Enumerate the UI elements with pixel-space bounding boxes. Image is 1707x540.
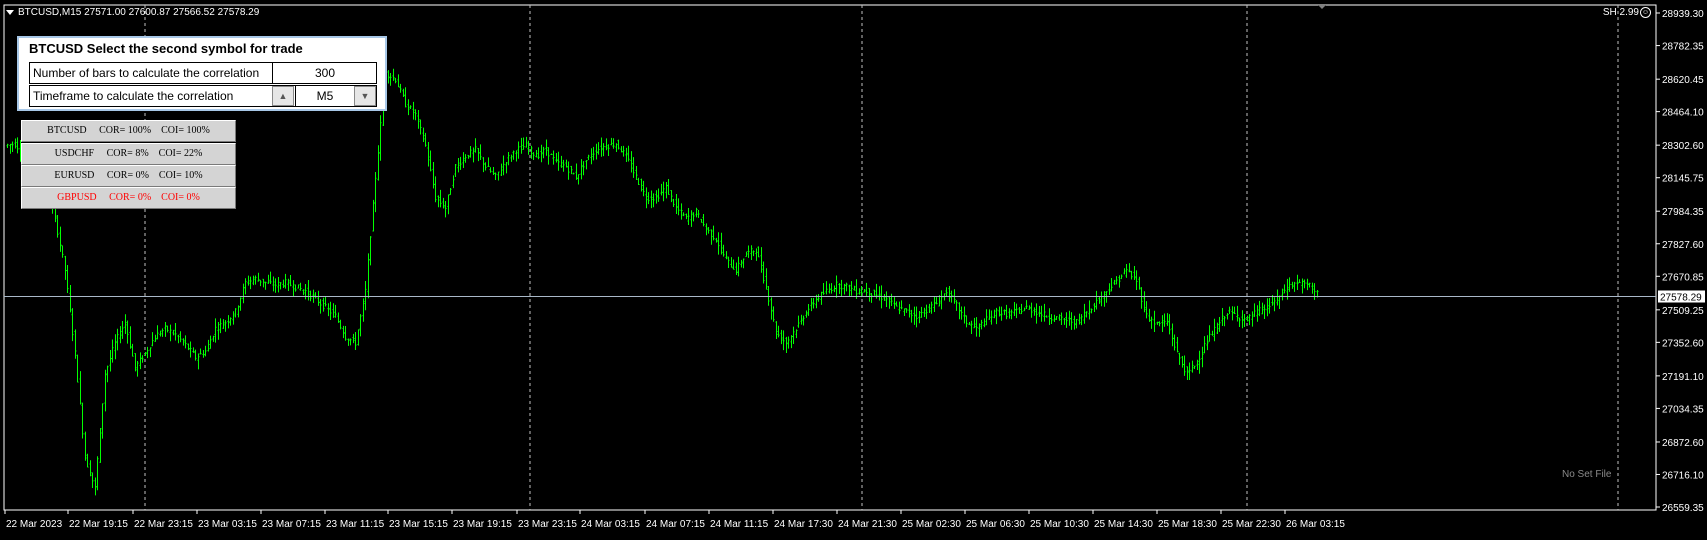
price-axis-label: 26559.35 — [1662, 503, 1704, 514]
bars-input[interactable]: 300 — [272, 63, 377, 83]
symbol-info-header[interactable]: BTCUSD,M15 27571.00 27600.87 27566.52 27… — [6, 7, 259, 18]
time-axis-label: 23 Mar 23:15 — [518, 519, 577, 530]
time-axis-label: 22 Mar 19:15 — [69, 519, 128, 530]
sh-text: SH 2.99 — [1602, 7, 1639, 19]
time-axis-label: 25 Mar 10:30 — [1030, 519, 1089, 530]
price-axis-label: 27034.35 — [1662, 404, 1704, 415]
price-axis-label: 26716.10 — [1662, 470, 1704, 481]
time-axis-label: 24 Mar 03:15 — [581, 519, 640, 530]
time-axis-label: 25 Mar 06:30 — [966, 519, 1025, 530]
time-axis-label: 26 Mar 03:15 — [1286, 519, 1345, 530]
symbol-button-0[interactable]: BTCUSD COR= 100% COI= 100% — [21, 120, 236, 142]
price-axis-label: 28620.45 — [1662, 75, 1704, 86]
time-axis-label: 25 Mar 14:30 — [1094, 519, 1153, 530]
price-axis-label: 28782.35 — [1662, 42, 1704, 53]
smiley-icon: ☺ — [1640, 7, 1651, 18]
timeframe-increase-button[interactable]: ▼ — [354, 86, 376, 106]
price-axis-label: 28464.10 — [1662, 108, 1704, 119]
time-axis-label: 25 Mar 22:30 — [1222, 519, 1281, 530]
no-set-file-watermark: No Set File — [1562, 469, 1612, 480]
symbol-button-1[interactable]: USDCHF COR= 8% COI= 22% — [21, 143, 236, 165]
price-axis-label: 27191.10 — [1662, 372, 1704, 383]
time-axis-label: 23 Mar 15:15 — [389, 519, 448, 530]
time-axis-label: 22 Mar 23:15 — [134, 519, 193, 530]
symbol-ohlc-text: BTCUSD,M15 27571.00 27600.87 27566.52 27… — [18, 7, 260, 18]
time-axis-label: 24 Mar 07:15 — [646, 519, 705, 530]
bars-label: Number of bars to calculate the correlat… — [33, 66, 260, 80]
time-axis-label: 24 Mar 21:30 — [838, 519, 897, 530]
time-axis-label: 24 Mar 11:15 — [710, 519, 769, 530]
timeframe-input[interactable]: M5 — [295, 86, 355, 106]
chart-menu-triangle-icon[interactable] — [6, 9, 14, 15]
timeframe-decrease-button[interactable]: ▲ — [272, 86, 294, 106]
current-price-label: 27578.29 — [1660, 293, 1702, 304]
time-axis-label: 25 Mar 02:30 — [902, 519, 961, 530]
time-axis-label: 23 Mar 11:15 — [326, 519, 385, 530]
correlation-settings-panel: BTCUSD Select the second symbol for trad… — [17, 36, 387, 111]
time-axis-label: 23 Mar 03:15 — [198, 519, 257, 530]
price-axis-label: 26872.60 — [1662, 438, 1704, 449]
panel-title: BTCUSD Select the second symbol for trad… — [29, 41, 303, 56]
price-axis-label: 28145.75 — [1662, 174, 1704, 185]
price-axis-label: 27827.60 — [1662, 240, 1704, 251]
time-axis-label: 22 Mar 2023 — [6, 519, 63, 530]
bars-setting-row: Number of bars to calculate the correlat… — [29, 62, 377, 84]
timeframe-setting-row: Timeframe to calculate the correlation ▲… — [29, 85, 377, 107]
price-axis-label: 27509.25 — [1662, 306, 1704, 317]
price-axis-label: 28302.60 — [1662, 141, 1704, 152]
symbol-button-2[interactable]: EURUSD COR= 0% COI= 10% — [21, 165, 236, 187]
symbol-button-3[interactable]: GBPUSD COR= 0% COI= 0% — [21, 187, 236, 209]
price-axis-label: 27352.60 — [1662, 338, 1704, 349]
timeframe-label: Timeframe to calculate the correlation — [33, 89, 234, 103]
time-axis-label: 23 Mar 07:15 — [262, 519, 321, 530]
shift-marker-icon — [1318, 5, 1326, 9]
time-axis-label: 25 Mar 18:30 — [1158, 519, 1217, 530]
price-axis-label: 28939.30 — [1662, 9, 1704, 20]
price-axis-label: 27670.85 — [1662, 272, 1704, 283]
sh-indicator: SH 2.99 ☺ — [1603, 7, 1651, 18]
time-axis-label: 24 Mar 17:30 — [774, 519, 833, 530]
price-axis-label: 27984.35 — [1662, 207, 1704, 218]
time-axis-label: 23 Mar 19:15 — [453, 519, 512, 530]
